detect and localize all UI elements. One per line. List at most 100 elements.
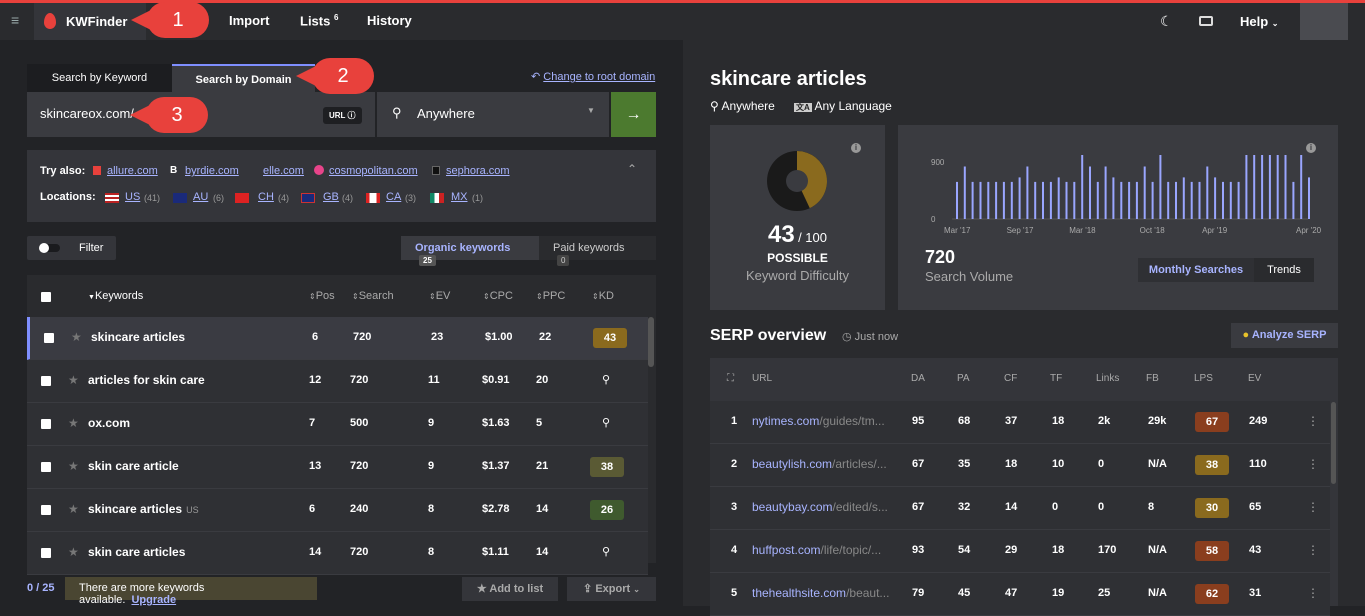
row-checkbox[interactable]	[41, 505, 51, 515]
more-options-icon[interactable]: ⋮	[1307, 457, 1319, 471]
nav-lists-count: 6	[333, 13, 339, 22]
tab-monthly-searches[interactable]: Monthly Searches	[1138, 258, 1254, 282]
search-icon[interactable]: ⚲	[602, 545, 610, 558]
analyze-serp-button[interactable]: ● Analyze SERP	[1231, 323, 1338, 348]
keyword-cell[interactable]: skin care article	[88, 459, 179, 473]
volume-bar	[1159, 155, 1162, 219]
tab-organic-keywords[interactable]: Organic keywords 25	[401, 236, 539, 266]
header-keywords[interactable]: ▼Keywords	[88, 290, 143, 302]
star-icon[interactable]: ★	[68, 502, 79, 516]
volume-bar	[1198, 181, 1201, 219]
header-search[interactable]: ⇕Search	[352, 290, 394, 302]
header-cpc[interactable]: ⇕CPC	[483, 290, 513, 302]
more-options-icon[interactable]: ⋮	[1307, 543, 1319, 557]
serp-time-label: Just now	[854, 331, 899, 343]
tab-paid-keywords[interactable]: Paid keywords 0	[539, 236, 656, 266]
location-link[interactable]: AU	[193, 191, 208, 203]
expand-icon[interactable]: ⛶	[727, 373, 734, 384]
serp-url-link[interactable]: beautylish.com/articles/...	[752, 457, 902, 471]
cpc-cell: $2.78	[482, 503, 510, 515]
try-also-link[interactable]: elle.com	[263, 165, 304, 177]
location-link[interactable]: MX	[451, 191, 468, 203]
keyword-cell[interactable]: skin care articles	[88, 545, 185, 559]
keyboard-icon[interactable]	[1199, 16, 1213, 26]
select-all-checkbox[interactable]	[41, 292, 51, 302]
table-scrollbar[interactable]	[648, 317, 654, 367]
nav-import[interactable]: Import	[229, 13, 269, 28]
table-row[interactable]: ★ ox.com 7 500 9 $1.63 5 ⚲	[27, 403, 648, 446]
row-checkbox[interactable]	[41, 419, 51, 429]
serp-url-link[interactable]: thehealthsite.com/beaut...	[752, 586, 902, 600]
serp-url-link[interactable]: huffpost.com/life/topic/...	[752, 543, 902, 557]
serp-url-link[interactable]: beautybay.com/edited/s...	[752, 500, 902, 514]
app-switcher[interactable]: KWFinder	[34, 3, 146, 40]
star-icon[interactable]: ★	[68, 373, 79, 387]
row-checkbox[interactable]	[41, 462, 51, 472]
try-also-link[interactable]: allure.com	[107, 165, 158, 177]
search-icon[interactable]: ⚲	[602, 416, 610, 429]
table-row[interactable]: ★ skin care article 13 720 9 $1.37 21 38	[27, 446, 648, 489]
more-options-icon[interactable]: ⋮	[1307, 586, 1319, 600]
serp-scrollbar[interactable]	[1331, 402, 1336, 484]
header-ppc[interactable]: ⇕PPC	[536, 290, 565, 302]
nav-history[interactable]: History	[367, 13, 412, 28]
info-icon[interactable]: i	[851, 143, 861, 153]
search-button[interactable]: →	[611, 92, 656, 137]
keyword-cell[interactable]: articles for skin care	[88, 373, 205, 387]
tab-search-by-domain[interactable]: Search by Domain	[172, 64, 315, 92]
dark-mode-icon[interactable]: ☾	[1160, 13, 1173, 30]
star-icon[interactable]: ★	[68, 459, 79, 473]
row-checkbox[interactable]	[41, 376, 51, 386]
row-checkbox[interactable]	[44, 333, 54, 343]
filter-button[interactable]: Filter	[27, 236, 116, 260]
kd-max: / 100	[798, 230, 827, 245]
avatar[interactable]	[1300, 3, 1348, 40]
star-icon[interactable]: ★	[68, 416, 79, 430]
change-root-domain-link[interactable]: ↶ Change to root domain	[531, 70, 655, 83]
help-menu[interactable]: Help ⌄	[1240, 14, 1279, 29]
upgrade-link[interactable]: Upgrade	[131, 594, 176, 606]
table-row[interactable]: ★ articles for skin care 12 720 11 $0.91 20 ⚲	[27, 360, 648, 403]
header-ev[interactable]: ⇕EV	[429, 290, 450, 302]
export-button[interactable]: ⇪ Export ⌄	[567, 577, 656, 601]
chevron-up-icon[interactable]: ⌃	[627, 162, 637, 176]
keyword-cell[interactable]: skincare articles US	[88, 502, 199, 516]
search-icon[interactable]: ⚲	[602, 373, 610, 386]
try-also-link[interactable]: cosmopolitan.com	[329, 165, 418, 177]
serp-title: SERP overview	[710, 327, 827, 344]
volume-bar	[1049, 181, 1052, 219]
header-pos[interactable]: ⇕Pos	[309, 290, 335, 302]
volume-bar	[987, 181, 990, 219]
nav-lists[interactable]: Lists 6	[300, 13, 338, 28]
table-row[interactable]: ★ skincare articles 6 720 23 $1.00 22 43	[27, 317, 648, 360]
location-link[interactable]: CA	[386, 191, 401, 203]
more-options-icon[interactable]: ⋮	[1307, 414, 1319, 428]
location-link[interactable]: GB	[323, 191, 339, 203]
keyword-cell[interactable]: skincare articles	[91, 330, 185, 344]
location-link[interactable]: CH	[258, 191, 274, 203]
selected-count: 0 / 25	[27, 582, 55, 594]
table-row[interactable]: ★ skincare articles US 6 240 8 $2.78 14 26	[27, 489, 648, 532]
table-row[interactable]: ★ skin care articles 14 720 8 $1.11 14 ⚲	[27, 532, 648, 575]
star-icon[interactable]: ★	[71, 330, 82, 344]
location-link[interactable]: US	[125, 191, 140, 203]
volume-bar	[1190, 181, 1193, 219]
tab-trends[interactable]: Trends	[1254, 258, 1314, 282]
keyword-cell[interactable]: ox.com	[88, 416, 130, 430]
location-select[interactable]: ⚲ Anywhere ▼	[377, 92, 609, 137]
filter-toggle[interactable]	[39, 243, 60, 253]
serp-url-link[interactable]: nytimes.com/guides/tm...	[752, 414, 902, 428]
more-options-icon[interactable]: ⋮	[1307, 500, 1319, 514]
header-kd[interactable]: ⇕KD	[592, 290, 614, 302]
tab-search-by-keyword[interactable]: Search by Keyword	[27, 64, 172, 92]
serp-pa: 54	[958, 544, 971, 556]
try-also-link[interactable]: byrdie.com	[185, 165, 239, 177]
volume-bar	[1229, 181, 1232, 219]
try-also-link[interactable]: sephora.com	[446, 165, 510, 177]
serp-row: 5 thehealthsite.com/beaut... 79 45 47 19 25 N/A…	[710, 573, 1330, 616]
star-icon[interactable]: ★	[68, 545, 79, 559]
row-checkbox[interactable]	[41, 548, 51, 558]
add-to-list-button[interactable]: ★ Add to list	[462, 577, 558, 601]
serp-cf: 18	[1005, 458, 1018, 470]
menu-icon[interactable]: ≡	[11, 13, 25, 27]
